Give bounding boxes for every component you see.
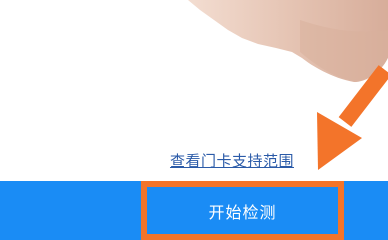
start-detection-button[interactable]: 开始检测: [141, 181, 344, 240]
nfc-detect-screen: 查看门卡支持范围 开始检测: [0, 0, 388, 240]
start-detection-label: 开始检测: [208, 202, 277, 222]
support-range-link[interactable]: 查看门卡支持范围: [0, 150, 388, 171]
